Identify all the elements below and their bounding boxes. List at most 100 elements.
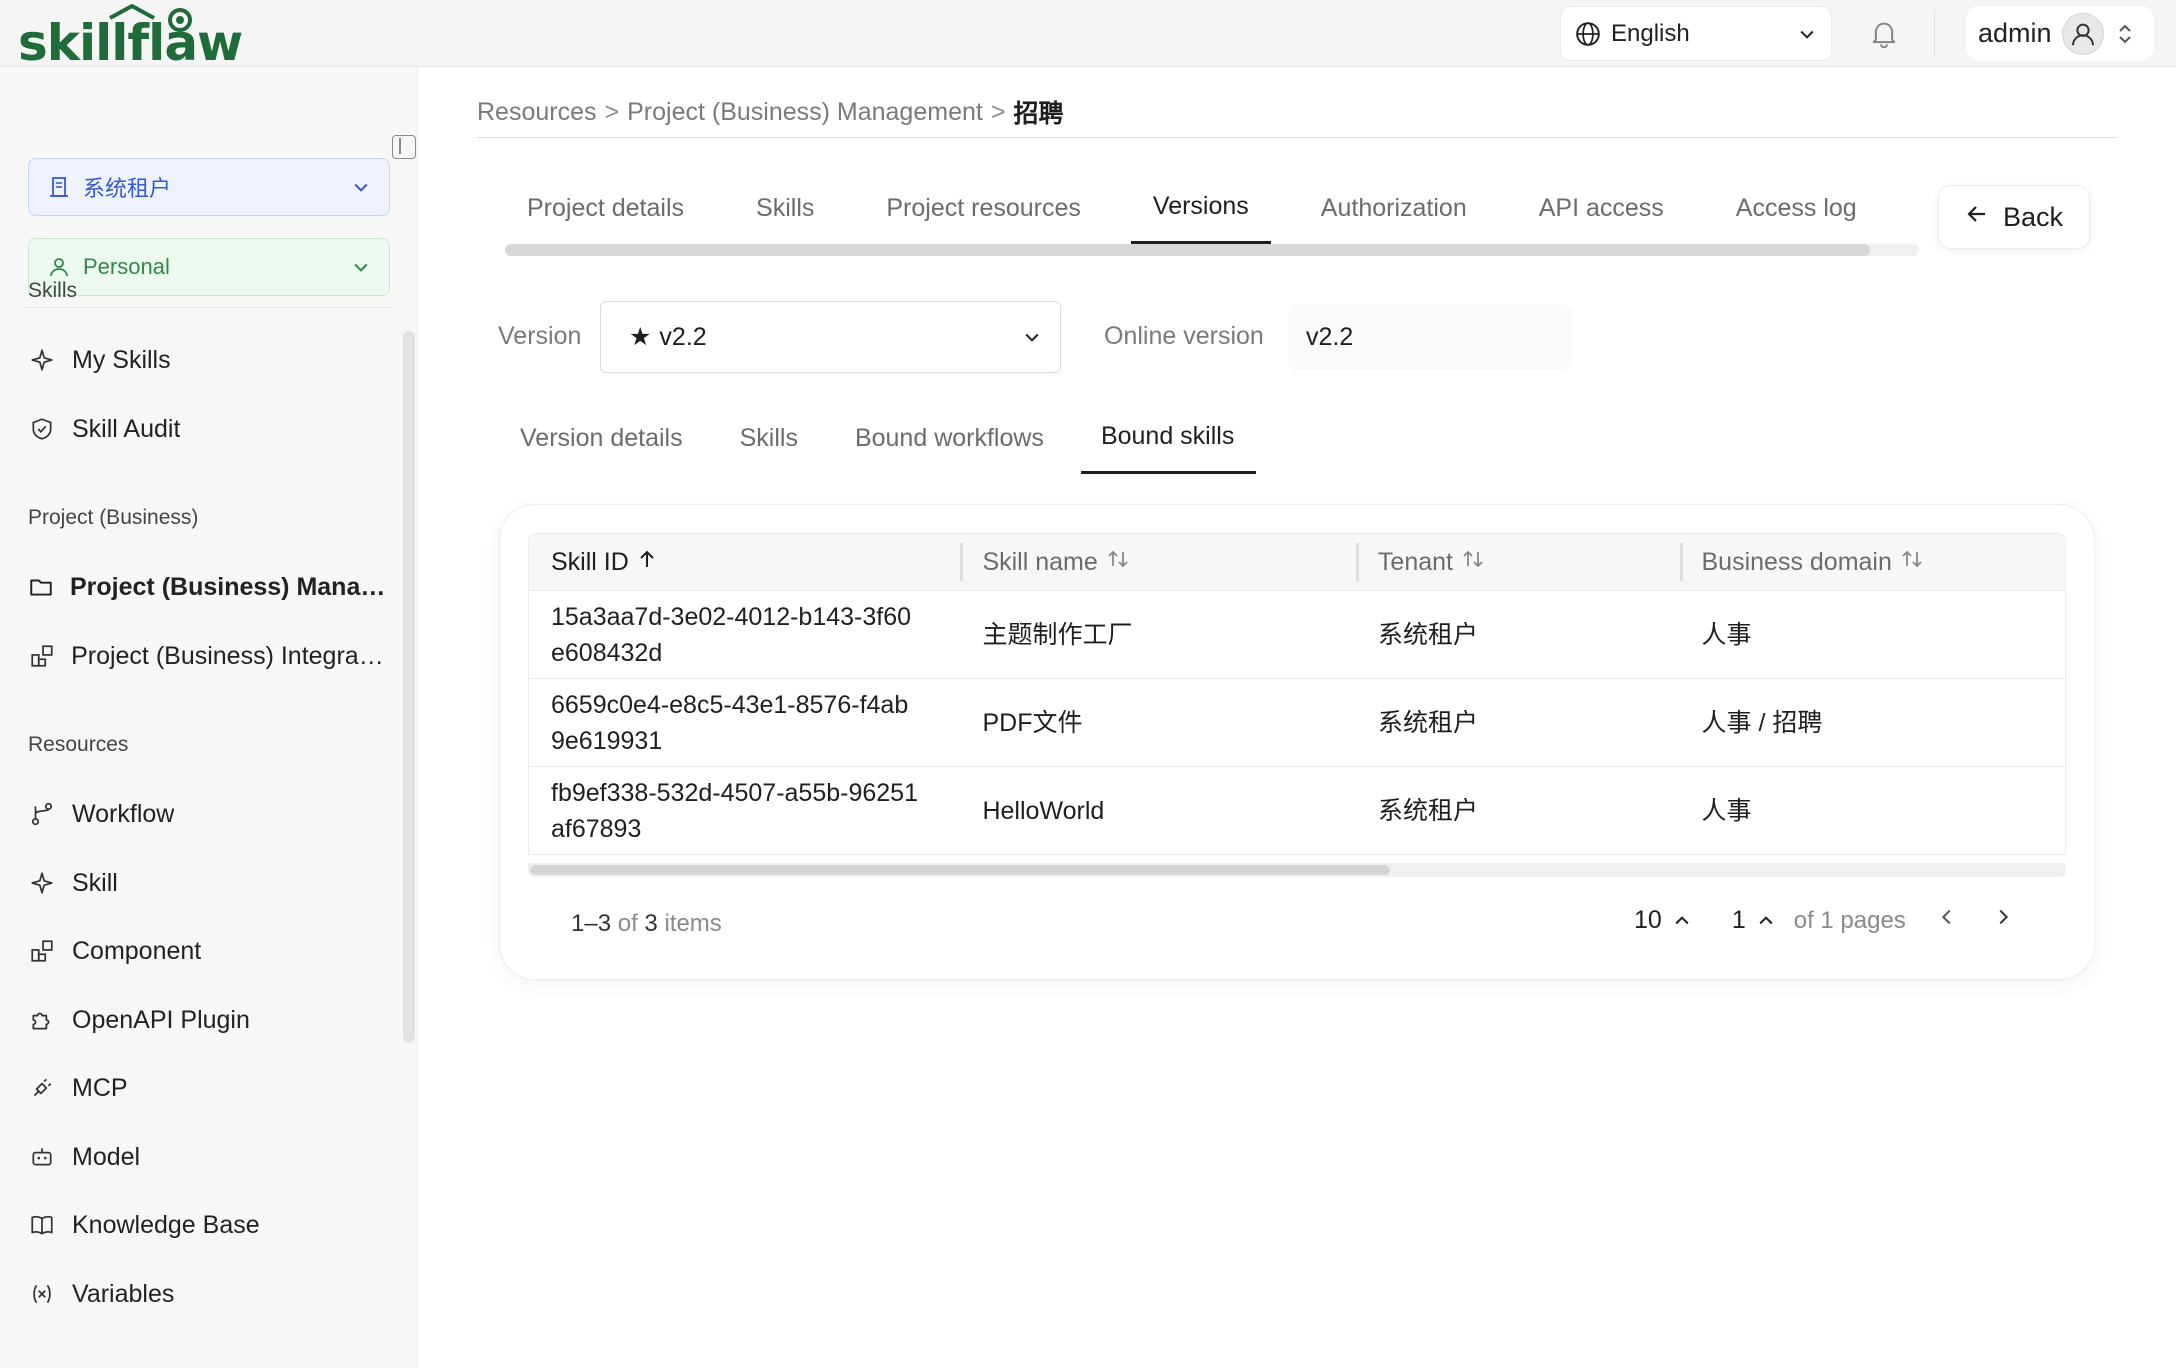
pagination-of: of	[617, 910, 638, 937]
back-button[interactable]: Back	[1938, 185, 2090, 249]
tabs-scrollbar[interactable]	[505, 244, 1919, 256]
tabs-scrollbar-thumb[interactable]	[505, 244, 1870, 256]
puzzle-icon	[28, 1006, 56, 1034]
tenant-select[interactable]: 系统租户	[28, 158, 390, 216]
table-scrollbar-thumb[interactable]	[530, 865, 1390, 875]
column-header-label: Tenant	[1377, 547, 1453, 576]
cell-business-domain: 人事	[1701, 620, 1752, 649]
plug-icon	[28, 1074, 56, 1102]
pages-total-label: of 1 pages	[1793, 906, 1906, 934]
sparkle-icon	[28, 869, 56, 897]
version-subtabs: Version details Skills Bound workflows B…	[500, 412, 1257, 474]
tab-project-details[interactable]: Project details	[527, 178, 684, 244]
next-page-button[interactable]	[1992, 906, 2014, 935]
sidebar-item-my-skills[interactable]: My Skills	[28, 337, 388, 383]
table-header: Skill ID Skill name Tenant Business doma…	[528, 533, 2066, 591]
subtab-version-details[interactable]: Version details	[520, 412, 683, 474]
sidebar-section-project: Project (Business)	[28, 506, 199, 529]
tab-access-log[interactable]: Access log	[1736, 178, 1858, 244]
sidebar-item-project-management[interactable]: Project (Business) Management	[28, 564, 388, 610]
branch-icon	[28, 800, 56, 828]
tab-api-access[interactable]: API access	[1539, 178, 1664, 244]
bound-skills-table: Skill ID Skill name Tenant Business doma…	[528, 533, 2066, 855]
page-size-value: 10	[1634, 906, 1662, 934]
top-bar: skillflaw English admin	[0, 0, 2176, 67]
sidebar-item-label: My Skills	[72, 345, 171, 374]
sidebar-item-variables[interactable]: Variables	[28, 1271, 388, 1317]
language-label: English	[1611, 19, 1690, 47]
subtab-bound-workflows[interactable]: Bound workflows	[855, 412, 1044, 474]
cell-skill-id: 6659c0e4-e8c5-43e1-8576-f4ab9e619931	[551, 690, 909, 755]
sort-ascending-icon[interactable]	[637, 548, 657, 576]
sidebar-scrollbar[interactable]	[403, 331, 415, 1043]
bell-icon	[1872, 22, 1896, 49]
sidebar-item-knowledge-base[interactable]: Knowledge Base	[28, 1202, 388, 1248]
workspace-select[interactable]: Personal	[28, 238, 390, 296]
sidebar-item-skill[interactable]: Skill	[28, 860, 388, 906]
table-row[interactable]: 15a3aa7d-3e02-4012-b143-3f60e608432d 主题制…	[528, 591, 2066, 679]
column-header-skill-id[interactable]: Skill ID	[529, 533, 960, 591]
tab-authorization[interactable]: Authorization	[1321, 178, 1467, 244]
cell-business-domain: 人事	[1701, 796, 1752, 825]
chevron-down-icon	[1800, 30, 1814, 39]
version-select[interactable]: ★ v2.2	[600, 301, 1061, 373]
sidebar-item-mcp[interactable]: MCP	[28, 1065, 388, 1111]
cell-tenant: 系统租户	[1377, 620, 1478, 649]
column-header-tenant[interactable]: Tenant	[1355, 533, 1680, 591]
sort-icon[interactable]	[1461, 548, 1485, 576]
prev-page-button[interactable]	[1936, 906, 1958, 935]
notifications-button[interactable]	[1866, 16, 1902, 52]
page-size-select[interactable]: 10	[1634, 906, 1692, 935]
sidebar-item-label: Workflow	[72, 799, 175, 828]
sidebar-item-label: Skill Audit	[72, 414, 181, 443]
sidebar-section-skills: Skills	[28, 279, 78, 302]
chevron-up-icon	[1675, 915, 1689, 924]
sidebar-item-model[interactable]: Model	[28, 1134, 388, 1180]
chevron-right-icon	[1999, 909, 2008, 925]
pagination-total: 3	[644, 910, 658, 937]
table-row[interactable]: 6659c0e4-e8c5-43e1-8576-f4ab9e619931 PDF…	[528, 679, 2066, 767]
robot-icon	[28, 1143, 56, 1171]
shield-check-icon	[28, 415, 56, 443]
book-icon	[28, 1211, 56, 1239]
tab-project-resources[interactable]: Project resources	[886, 178, 1081, 244]
sidebar-item-workflow[interactable]: Workflow	[28, 791, 388, 837]
cell-business-domain: 人事 / 招聘	[1701, 708, 1823, 737]
app-logo[interactable]: skillflaw	[18, 4, 258, 64]
sidebar-item-component[interactable]: Component	[28, 928, 388, 974]
tab-versions[interactable]: Versions	[1130, 178, 1271, 244]
breadcrumb-item-project-management[interactable]: Project (Business) Management	[627, 98, 983, 127]
table-row[interactable]: fb9ef338-532d-4507-a55b-96251af67893 Hel…	[528, 767, 2066, 855]
column-header-skill-name[interactable]: Skill name	[960, 533, 1355, 591]
sort-icon[interactable]	[1900, 548, 1924, 576]
table-scrollbar[interactable]	[528, 863, 2066, 877]
cell-skill-name: 主题制作工厂	[982, 620, 1133, 649]
building-icon	[50, 177, 68, 197]
user-avatar-icon	[2071, 23, 2094, 45]
chevron-up-icon	[1759, 915, 1773, 924]
language-select[interactable]: English	[1560, 6, 1832, 61]
back-button-label: Back	[2002, 201, 2064, 232]
sidebar-item-skill-audit[interactable]: Skill Audit	[28, 406, 388, 452]
column-header-business-domain[interactable]: Business domain	[1679, 533, 2066, 591]
collapse-sidebar-icon[interactable]	[392, 135, 416, 159]
sort-icon[interactable]	[1106, 548, 1130, 576]
breadcrumb-divider	[477, 137, 2118, 138]
pagination-range: 1–3	[571, 910, 612, 937]
subtab-skills[interactable]: Skills	[740, 412, 798, 474]
subtab-bound-skills[interactable]: Bound skills	[1080, 412, 1257, 474]
sidebar-item-project-integration[interactable]: Project (Business) Integration	[28, 633, 388, 679]
sidebar-item-label: Project (Business) Management	[70, 572, 388, 601]
page-select[interactable]: 1	[1732, 906, 1776, 935]
user-menu[interactable]: admin	[1966, 6, 2154, 61]
star-icon: ★	[629, 323, 652, 351]
chevron-down-icon	[354, 263, 368, 272]
workspace-select-value: Personal	[83, 254, 170, 279]
breadcrumb-item-resources[interactable]: Resources	[477, 98, 597, 127]
version-label: Version	[498, 322, 582, 350]
chevron-left-icon	[1941, 909, 1951, 925]
cell-skill-id: 15a3aa7d-3e02-4012-b143-3f60e608432d	[551, 602, 912, 667]
pagination-summary: 1–3 of 3 items	[571, 910, 722, 938]
tab-skills[interactable]: Skills	[756, 178, 814, 244]
sidebar-item-openapi-plugin[interactable]: OpenAPI Plugin	[28, 997, 388, 1043]
